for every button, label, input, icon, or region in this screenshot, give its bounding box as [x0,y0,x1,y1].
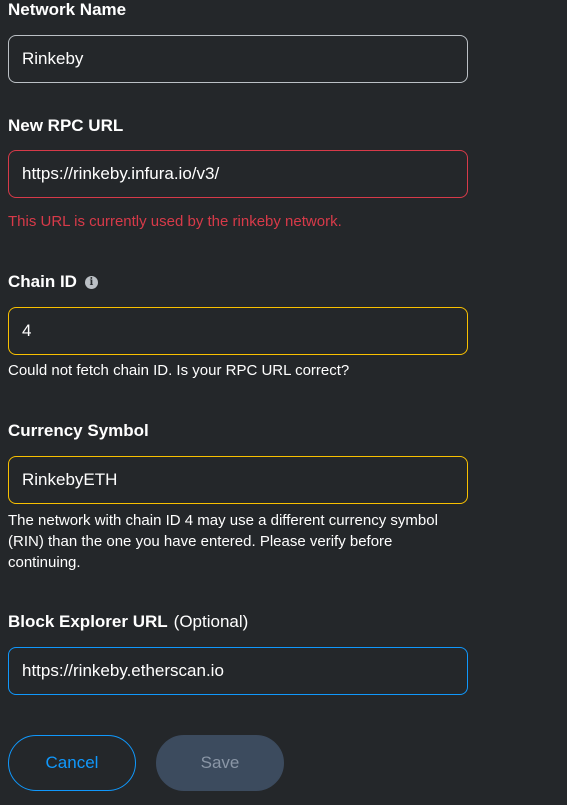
block-explorer-input[interactable] [8,647,468,695]
block-explorer-label: Block Explorer URL (Optional) [8,612,249,631]
save-button[interactable]: Save [156,735,284,791]
currency-symbol-label: Currency Symbol [8,421,149,440]
network-form: Network Name New RPC URL This URL is cur… [0,0,567,805]
network-name-input[interactable] [8,35,468,83]
chain-id-input[interactable] [8,307,468,355]
rpc-url-error-message: This URL is currently used by the rinkeb… [8,213,342,230]
optional-label: (Optional) [173,612,249,631]
currency-symbol-input[interactable] [8,456,468,504]
currency-symbol-warning-message: The network with chain ID 4 may use a di… [8,512,438,571]
chain-id-label: Chain ID i [8,272,98,292]
info-icon[interactable]: i [84,276,98,289]
rpc-url-label: New RPC URL [8,116,124,135]
cancel-button[interactable]: Cancel [8,735,136,791]
network-name-label: Network Name [8,0,127,19]
chain-id-warning-message: Could not fetch chain ID. Is your RPC UR… [8,362,350,379]
rpc-url-input[interactable] [8,150,468,198]
